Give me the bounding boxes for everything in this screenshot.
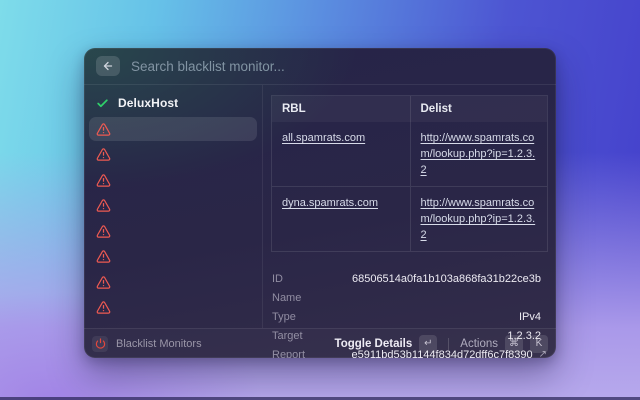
warning-icon [96,300,111,315]
column-header-rbl: RBL [282,103,306,115]
metadata-label: Type [272,310,296,323]
metadata-row: Type IPv4 [272,307,547,326]
warning-icon [96,275,111,290]
metadata-row: ID 68506514a0fa1b103a868fa31b22ce3b [272,269,547,288]
column-header-delist: Delist [409,96,548,122]
footer: Blacklist Monitors Toggle Details ↵ Acti… [84,328,556,358]
list-item[interactable] [89,168,257,192]
rbl-link[interactable]: dyna.spamrats.com [272,187,410,251]
desktop-background: DeluxHost [0,0,640,400]
delist-link[interactable]: http://www.spamrats.com/lookup.php?ip=1.… [409,187,548,251]
detail-panel: RBL Delist all.spamrats.com http://www.s… [262,85,556,358]
actions-button[interactable]: Actions [460,338,498,350]
return-key-badge: ↵ [419,334,438,353]
footer-divider [448,337,450,350]
metadata-label: Name [272,291,302,304]
list-item[interactable] [89,117,257,141]
monitor-list [89,117,257,320]
metadata-row: Name [272,288,547,307]
metadata-label: ID [272,272,283,285]
sidebar: DeluxHost [84,85,262,328]
footer-app-label: Blacklist Monitors [116,337,202,350]
table-row: dyna.spamrats.com http://www.spamrats.co… [272,186,547,251]
window-body: DeluxHost RBL Delist all.spamrats.com ht… [84,85,556,358]
warning-icon [96,122,111,137]
rbl-link[interactable]: all.spamrats.com [272,122,410,186]
list-item[interactable] [89,143,257,167]
search-bar [84,48,556,85]
list-item[interactable] [89,270,257,294]
list-item[interactable] [89,194,257,218]
table-header-row: RBL Delist [272,96,547,122]
back-button[interactable] [96,56,120,76]
delist-link[interactable]: http://www.spamrats.com/lookup.php?ip=1.… [409,122,548,186]
list-item[interactable] [89,245,257,269]
list-item[interactable] [89,296,257,320]
cmd-key-badge: ⌘ [505,334,523,353]
check-icon [96,97,109,110]
warning-icon [96,198,111,213]
k-key-badge: K [530,334,548,353]
blacklist-monitors-app-icon [92,335,108,352]
table-body: all.spamrats.com http://www.spamrats.com… [272,122,547,251]
arrow-left-icon [102,60,114,72]
metadata-value: 68506514a0fa1b103a868fa31b22ce3b [351,272,541,285]
toggle-details-button[interactable]: Toggle Details [335,338,413,350]
metadata-value: IPv4 [518,310,541,323]
list-item[interactable] [89,219,257,243]
launcher-window: DeluxHost [84,48,556,358]
warning-icon [96,173,111,188]
table-row: all.spamrats.com http://www.spamrats.com… [272,122,547,186]
sidebar-section-label: DeluxHost [118,96,179,110]
rbl-table: RBL Delist all.spamrats.com http://www.s… [271,95,548,252]
warning-icon [96,147,111,162]
search-input[interactable] [131,58,544,74]
warning-icon [96,224,111,239]
sidebar-section-header: DeluxHost [89,91,257,115]
warning-icon [96,249,111,264]
